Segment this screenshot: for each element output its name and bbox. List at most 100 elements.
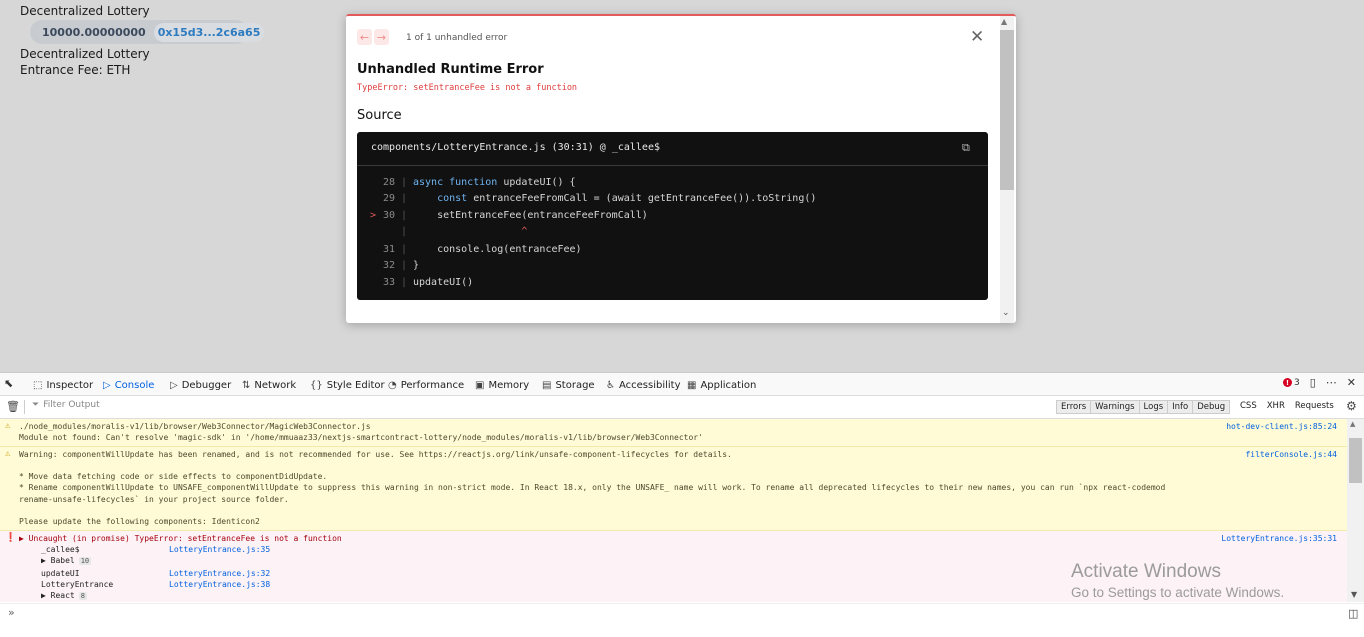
devtools-tabbar: ⬉ ⬚ Inspector ▷ Console ▷ Debugger ⇅ Network {} S… <box>0 373 1364 396</box>
tab-memory[interactable]: ▣ Memory <box>475 377 529 393</box>
element-picker-icon[interactable]: ⬉ <box>4 377 13 390</box>
error-source-link[interactable]: LotteryEntrance.js:35:31 <box>1221 533 1337 544</box>
watermark-title: Activate Windows <box>1071 561 1221 582</box>
code-text: updateUI() <box>413 277 474 288</box>
filter-divider <box>24 400 25 414</box>
entrance-fee-label: Entrance Fee: ETH <box>20 63 131 77</box>
account-button[interactable]: 10000.00000000 0x15d3...2c6a65 <box>30 20 265 44</box>
close-devtools-icon[interactable]: ✕ <box>1347 376 1356 389</box>
line-number: 29 <box>382 193 395 204</box>
debugger-icon: ▷ <box>170 379 178 391</box>
filter-warnings-button[interactable]: Warnings <box>1091 401 1140 413</box>
console-input[interactable]: » ◫ <box>0 603 1364 637</box>
console-scroll-up-icon[interactable]: ▲ <box>1350 420 1355 428</box>
tab-console[interactable]: ▷ Console <box>103 377 154 393</box>
tab-accessibility[interactable]: ♿ Accessibility <box>606 377 681 393</box>
frame-function: ▶ Babel <box>41 556 75 566</box>
gutter-bar: | <box>401 244 408 255</box>
error-message: TypeError: setEntranceFee is not a funct… <box>357 83 578 93</box>
line-number: 30 <box>382 210 395 221</box>
frame-count-badge: 8 <box>78 592 87 601</box>
scroll-down-icon[interactable]: ⌄ <box>1002 308 1010 318</box>
more-options-icon[interactable]: ⋯ <box>1326 376 1337 389</box>
error-heading: Unhandled Runtime Error <box>357 62 544 77</box>
source-heading: Source <box>357 108 402 123</box>
gutter-bar: | <box>401 210 408 221</box>
console-warning-message[interactable]: ⚠ Warning: componentWillUpdate has been r… <box>0 446 1347 531</box>
app-page: Decentralized Lottery 10000.00000000 0x1… <box>0 0 1364 372</box>
editor-mode-icon[interactable]: ◫ <box>1348 607 1358 620</box>
app-title: Decentralized Lottery <box>20 4 150 18</box>
frame-location-link[interactable]: LotteryEntrance.js:35 <box>169 545 270 554</box>
console-scroll-down-icon[interactable]: ▼ <box>1351 590 1357 599</box>
line-number: 32 <box>382 260 395 271</box>
filter-errors-button[interactable]: Errors <box>1057 401 1092 413</box>
tab-inspector[interactable]: ⬚ Inspector <box>33 377 93 393</box>
tab-network[interactable]: ⇅ Network <box>242 377 296 393</box>
error-nav: ← → <box>357 29 389 45</box>
console-warning-message[interactable]: ⚠ ./node_modules/moralis-v1/lib/browser/W… <box>0 419 1347 447</box>
frame-location-link[interactable]: LotteryEntrance.js:32 <box>169 569 270 578</box>
log-level-filters: Errors Warnings Logs Info Debug <box>1056 400 1231 414</box>
request-filters: CSS XHR Requests <box>1240 401 1334 411</box>
tab-debugger[interactable]: ▷ Debugger <box>170 377 231 393</box>
scroll-up-icon[interactable]: ▲ <box>1001 17 1007 26</box>
code-text: setEntranceFee(entranceFeeFromCall) <box>413 210 648 221</box>
filter-xhr-button[interactable]: XHR <box>1267 401 1285 411</box>
code-text: } <box>413 260 420 271</box>
code-frame: components/LotteryEntrance.js (30:31) @ … <box>357 132 988 300</box>
message-line <box>19 505 1347 516</box>
tab-storage[interactable]: ▤ Storage <box>542 377 595 393</box>
line-number: 28 <box>382 177 395 188</box>
dock-icon[interactable]: ▯ <box>1310 376 1316 389</box>
tab-label: Style Editor <box>326 379 385 391</box>
tab-label: Memory <box>488 379 530 391</box>
code-text: async function updateUI() { <box>413 177 576 188</box>
message-line: Please update the following components: … <box>19 517 260 527</box>
code-divider <box>357 165 988 166</box>
filter-css-button[interactable]: CSS <box>1240 401 1257 411</box>
accessibility-icon: ♿ <box>606 379 615 391</box>
message-line: ./node_modules/moralis-v1/lib/browser/We… <box>19 422 371 431</box>
message-source-link[interactable]: filterConsole.js:44 <box>1245 449 1337 460</box>
tab-label: Performance <box>400 379 465 391</box>
line-number: 31 <box>382 244 395 255</box>
prev-error-button[interactable]: ← <box>357 29 372 45</box>
message-line <box>19 460 1347 471</box>
message-source-link[interactable]: hot-dev-client.js:85:24 <box>1226 421 1337 432</box>
close-icon[interactable]: ✕ <box>970 27 984 47</box>
error-icon: ❗ <box>5 532 17 543</box>
filter-logs-button[interactable]: Logs <box>1139 401 1169 413</box>
filter-info-button[interactable]: Info <box>1168 401 1194 413</box>
tab-label: Application <box>700 379 757 391</box>
next-error-button[interactable]: → <box>374 29 389 45</box>
account-address: 0x15d3...2c6a65 <box>153 22 265 42</box>
line-number: 33 <box>382 277 395 288</box>
frame-count-badge: 10 <box>78 557 92 566</box>
clear-console-icon[interactable]: 🗑 <box>6 400 20 413</box>
open-in-editor-icon[interactable]: ⧉ <box>962 141 970 155</box>
filter-icon: ⏷ <box>32 400 40 410</box>
filter-output-input[interactable]: ⏷ Filter Output <box>32 400 100 410</box>
overlay-scroll-thumb[interactable] <box>1000 30 1014 190</box>
error-count-badge[interactable]: ! 3 <box>1282 378 1300 388</box>
warning-icon: ⚠ <box>5 421 11 431</box>
filter-placeholder: Filter Output <box>43 400 100 410</box>
tab-label: Debugger <box>181 379 232 391</box>
tab-label: Accessibility <box>618 379 681 391</box>
tab-performance[interactable]: ◔ Performance <box>388 377 464 393</box>
filter-requests-button[interactable]: Requests <box>1295 401 1334 411</box>
tab-style-editor[interactable]: {} Style Editor <box>310 377 385 393</box>
lottery-title: Decentralized Lottery <box>20 47 150 61</box>
code-file-link[interactable]: components/LotteryEntrance.js (30:31) @ … <box>371 142 660 153</box>
error-count-text: 1 of 1 unhandled error <box>406 33 508 43</box>
gear-icon[interactable]: ⚙ <box>1346 399 1357 413</box>
tab-label: Network <box>254 379 297 391</box>
console-scroll-thumb[interactable] <box>1349 438 1362 483</box>
memory-icon: ▣ <box>475 379 485 391</box>
stack-frame[interactable]: _callee$ LotteryEntrance.js:35 <box>19 544 1347 555</box>
filter-debug-button[interactable]: Debug <box>1193 401 1230 413</box>
tab-application[interactable]: ▦ Application <box>687 377 756 393</box>
application-icon: ▦ <box>687 379 697 391</box>
frame-location-link[interactable]: LotteryEntrance.js:38 <box>169 580 270 589</box>
